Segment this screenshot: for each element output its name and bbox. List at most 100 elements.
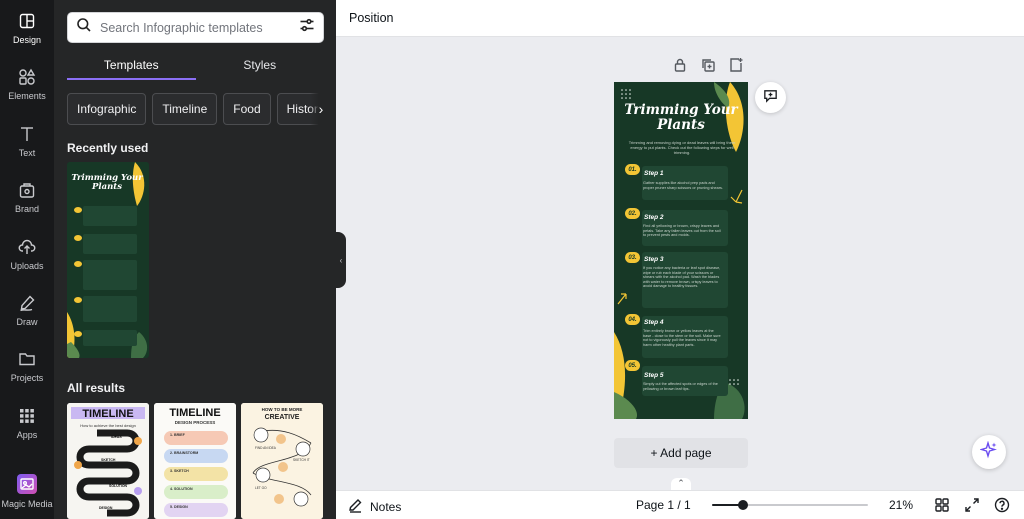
chip-timeline[interactable]: Timeline	[152, 93, 218, 125]
bottom-toolbar: Notes Page 1 / 1 21%	[336, 490, 1024, 519]
search-icon	[76, 17, 92, 38]
chip-food[interactable]: Food	[223, 93, 271, 125]
rail-label-uploads: Uploads	[10, 260, 44, 271]
page-intro: Trimming and removing dying or dead leav…	[628, 140, 736, 155]
all-results-title: All results	[67, 381, 126, 395]
brand-icon	[18, 181, 36, 199]
step-title-1: Step 1	[644, 170, 664, 177]
text-icon	[18, 125, 36, 143]
result-template-timeline-road[interactable]: TIMELINE How to achieve the best design …	[67, 403, 149, 519]
recently-used-title: Recently used	[67, 141, 149, 155]
step-number-2: 02.	[625, 208, 640, 219]
rail-label-projects: Projects	[10, 372, 44, 383]
magic-media-icon	[17, 474, 37, 494]
search-box[interactable]	[67, 12, 324, 43]
result1-label-solution: SOLUTION	[109, 484, 128, 488]
step-title-5: Step 5	[644, 372, 664, 379]
magic-assistant-button[interactable]	[972, 435, 1006, 469]
fullscreen-icon[interactable]	[964, 497, 980, 518]
recent-template-thumbnail[interactable]: Trimming Your Plants	[67, 162, 149, 358]
rail-apps[interactable]: Apps	[0, 395, 54, 451]
panel-tabs: Templates Styles	[67, 52, 324, 80]
help-icon[interactable]	[994, 497, 1010, 518]
page-title-line1: Trimming Your	[624, 102, 738, 118]
rail-uploads[interactable]: Uploads	[0, 226, 54, 282]
step-title-3: Step 3	[644, 256, 664, 263]
result2-label-5: 5. DESIGN	[170, 505, 188, 509]
notes-icon	[348, 498, 363, 516]
page-indicator[interactable]: Page 1 / 1	[636, 498, 691, 512]
left-rail: Design Elements Text Brand Uploads Draw …	[0, 0, 54, 519]
filter-icon[interactable]	[299, 17, 315, 38]
collapse-panel-handle[interactable]: ‹	[336, 232, 346, 288]
zoom-level[interactable]: 21%	[889, 498, 913, 512]
zoom-slider-knob[interactable]	[738, 500, 749, 510]
rail-label-brand: Brand	[14, 203, 40, 214]
rail-text[interactable]: Text	[0, 113, 54, 169]
notes-button[interactable]: Notes	[348, 498, 401, 516]
result-art-2: TIMELINE DESIGN PROCESS 1. BRIEF 2. BRAI…	[154, 403, 236, 519]
elements-icon	[18, 68, 36, 86]
recent-title-line2: Plants	[91, 182, 122, 192]
step-title-2: Step 2	[644, 214, 664, 221]
rail-design[interactable]: Design	[0, 0, 54, 56]
add-page-button[interactable]: + Add page	[614, 438, 748, 468]
result2-subtitle: DESIGN PROCESS	[175, 420, 216, 425]
comment-icon	[762, 87, 779, 109]
page-title: Trimming Your Plants	[622, 103, 740, 133]
rail-brand[interactable]: Brand	[0, 169, 54, 225]
result1-title: TIMELINE	[82, 408, 133, 420]
rail-elements[interactable]: Elements	[0, 56, 54, 112]
add-comment-button[interactable]	[755, 82, 786, 113]
step-box-5	[642, 366, 728, 396]
view-controls	[934, 497, 1010, 518]
rail-label-text: Text	[18, 147, 36, 158]
tab-styles[interactable]: Styles	[196, 52, 325, 80]
rail-label-apps: Apps	[16, 429, 38, 440]
result3-title: HOW TO BE MORE	[262, 407, 303, 412]
result-template-creative[interactable]: HOW TO BE MORE CREATIVE FIND AN IDEA SKE…	[241, 403, 323, 519]
lock-icon[interactable]	[672, 57, 688, 78]
chip-infographic[interactable]: Infographic	[67, 93, 147, 125]
result1-label-sketch: SKETCH	[101, 458, 116, 462]
rail-projects[interactable]: Projects	[0, 338, 54, 394]
uploads-icon	[18, 238, 36, 256]
rail-label-design: Design	[12, 34, 41, 45]
step-number-3: 03.	[625, 252, 640, 263]
step-text-5: Simply cut the affected spots or edges o…	[643, 382, 718, 391]
result2-title: TIMELINE	[169, 407, 220, 419]
step-number-4: 04.	[625, 314, 640, 325]
duplicate-page-icon[interactable]	[700, 57, 716, 78]
design-icon	[18, 12, 36, 30]
zoom-slider[interactable]	[712, 500, 868, 510]
result-art-1: TIMELINE How to achieve the best design …	[67, 403, 149, 519]
recent-template-art: Trimming Your Plants	[67, 162, 149, 358]
design-page[interactable]: Trimming Your Plants Trimming and removi…	[614, 82, 748, 419]
search-input[interactable]	[100, 20, 299, 35]
step-text-2: Find all yellowing or brown, crispy leav…	[643, 224, 721, 238]
result-template-timeline-design-process[interactable]: TIMELINE DESIGN PROCESS 1. BRIEF 2. BRAI…	[154, 403, 236, 519]
result1-label-ideas: IDEAS	[111, 435, 122, 439]
chevron-right-icon[interactable]: ›	[310, 93, 332, 125]
projects-icon	[18, 350, 36, 368]
tab-templates[interactable]: Templates	[67, 52, 196, 80]
rail-label-draw: Draw	[16, 316, 38, 327]
result-art-3: HOW TO BE MORE CREATIVE FIND AN IDEA SKE…	[241, 403, 323, 519]
step-text-3: If you notice any bacteria or leaf spot …	[643, 266, 721, 289]
page-controls	[672, 57, 744, 78]
grid-view-icon[interactable]	[934, 497, 950, 518]
result1-subtitle: How to achieve the best design	[80, 423, 136, 428]
step-title-4: Step 4	[644, 319, 664, 326]
rail-magic-media[interactable]: Magic Media	[0, 466, 54, 519]
sparkle-icon	[979, 440, 998, 464]
step-number-1: 01.	[625, 164, 640, 175]
rail-draw[interactable]: Draw	[0, 282, 54, 338]
rail-label-magic-media: Magic Media	[1, 499, 53, 509]
result2-label-3: 3. SKETCH	[170, 469, 189, 473]
result3-label-2: SKETCH IT	[293, 458, 310, 462]
step-text-1: Gather supplies like alcohol prep pads a…	[643, 181, 723, 190]
result3-label-3: LET GO	[255, 486, 267, 490]
category-chips: Infographic Timeline Food History	[67, 93, 329, 125]
add-page-icon[interactable]	[728, 57, 744, 78]
position-button[interactable]: Position	[349, 11, 393, 25]
